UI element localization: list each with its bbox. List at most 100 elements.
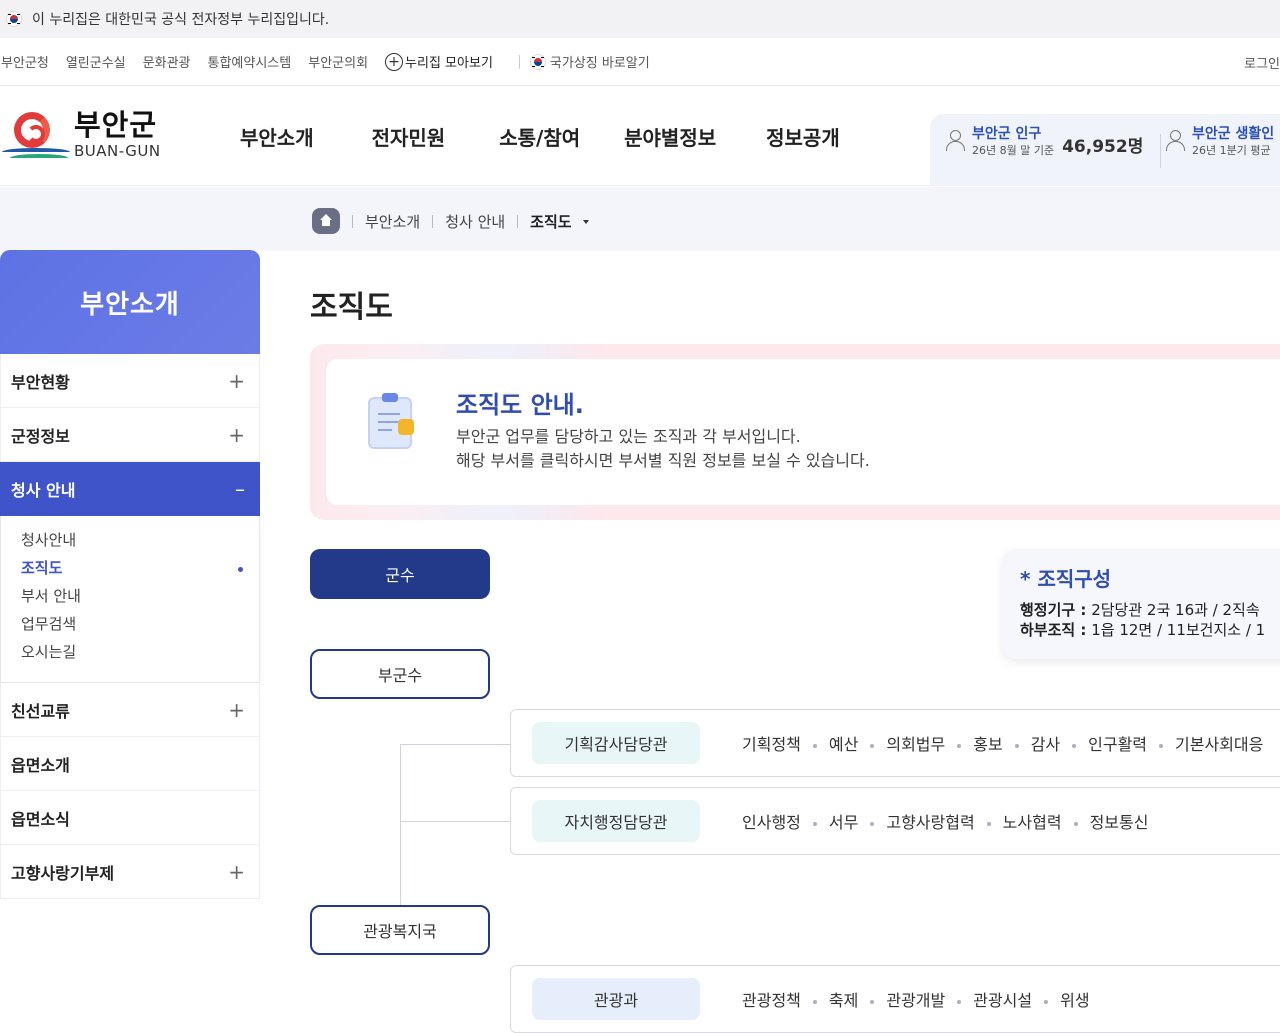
gnb-menu-field-info[interactable]: 분야별정보 xyxy=(624,122,716,151)
util-link-tourism[interactable]: 문화관광 xyxy=(143,52,191,71)
site-header: 부안군 BUAN-GUN 부안소개 전자민원 소통/참여 분야별정보 정보공개 … xyxy=(0,86,1280,186)
home-icon[interactable] xyxy=(312,208,340,234)
side-nav-sub-org-chart[interactable]: 조직도 xyxy=(21,554,259,582)
gnb-menu-about[interactable]: 부안소개 xyxy=(240,122,314,151)
team-link[interactable]: 관광개발 xyxy=(886,987,945,1011)
department-row: 관광과 관광정책 축제 관광개발 관광시설 위생 xyxy=(510,965,1280,1033)
stat-subtitle: 26년 1분기 평균 xyxy=(1192,144,1271,157)
team-list: 기획정책 예산 의회법무 홍보 감사 인구활력 기본사회대응 xyxy=(742,731,1263,755)
korea-flag-icon xyxy=(529,53,546,70)
intro-panel: 조직도 안내. 부안군 업무를 담당하고 있는 조직과 각 부서입니다. 해당 … xyxy=(310,344,1280,520)
intro-line: 부안군 업무를 담당하고 있는 조직과 각 부서입니다. xyxy=(456,427,801,446)
team-link[interactable]: 위생 xyxy=(1060,987,1089,1011)
util-link-buan-gun[interactable]: 부안군청 xyxy=(1,52,49,71)
dot-separator xyxy=(1159,744,1164,748)
side-navigation: 부안소개 부안현황 + 군정정보 + 청사 안내 – 청사안내 조직도 부서 안… xyxy=(0,250,260,899)
minus-icon: – xyxy=(235,476,245,501)
gnb-menu-participation[interactable]: 소통/참여 xyxy=(499,122,580,151)
side-nav-submenu: 청사안내 조직도 부서 안내 업무검색 오시는길 xyxy=(0,516,260,683)
team-link[interactable]: 관광시설 xyxy=(973,987,1032,1011)
asterisk-mark: * xyxy=(1020,567,1031,591)
dot-separator xyxy=(870,822,875,826)
page-title: 조직도 xyxy=(310,290,393,325)
team-link[interactable]: 관광정책 xyxy=(742,987,801,1011)
dot-separator xyxy=(986,822,991,826)
team-link[interactable]: 홍보 xyxy=(973,731,1002,755)
login-link[interactable]: 로그인 xyxy=(1244,53,1280,72)
team-link[interactable]: 의회법무 xyxy=(886,731,945,755)
gnb-menu-civil[interactable]: 전자민원 xyxy=(372,122,446,151)
team-link[interactable]: 기본사회대응 xyxy=(1175,731,1263,755)
side-nav-item-office-guide[interactable]: 청사 안내 – xyxy=(0,462,260,516)
department-button[interactable]: 기획감사담당관 xyxy=(532,722,700,764)
bureau-button[interactable]: 관광복지국 xyxy=(310,905,490,955)
team-link[interactable]: 인사행정 xyxy=(742,809,801,833)
side-nav-item-status[interactable]: 부안현황 + xyxy=(0,354,260,408)
side-nav-item-town-news[interactable]: 읍면소식 xyxy=(0,791,260,845)
org-summary-line: 행정기구 : 2담당관 2국 16과 / 2직속 xyxy=(1020,601,1260,619)
plus-icon: + xyxy=(228,368,245,393)
intro-line: 해당 부서를 클릭하시면 부서별 직원 정보를 보실 수 있습니다. xyxy=(456,451,870,470)
side-nav-item-towns[interactable]: 읍면소개 xyxy=(0,737,260,791)
plus-icon: + xyxy=(228,697,245,722)
org-summary-title: * 조직구성 xyxy=(1020,567,1112,591)
team-link[interactable]: 서무 xyxy=(829,809,858,833)
side-nav-sub-departments[interactable]: 부서 안내 xyxy=(21,582,259,610)
team-link[interactable]: 정보통신 xyxy=(1090,809,1149,833)
department-row: 기획감사담당관 기획정책 예산 의회법무 홍보 감사 인구활력 기본사회대응 xyxy=(510,709,1280,777)
dot-separator xyxy=(870,1000,875,1004)
mayor-button[interactable]: 군수 xyxy=(310,549,490,599)
gnb-menu-disclosure[interactable]: 정보공개 xyxy=(766,122,840,151)
breadcrumb-current-dropdown[interactable]: 조직도 xyxy=(530,211,589,232)
side-nav-label: 읍면소개 xyxy=(11,755,70,775)
org-summary-line: 하부조직 : 1읍 12면 / 11보건지소 / 1 xyxy=(1020,621,1266,639)
side-nav-item-admin-info[interactable]: 군정정보 + xyxy=(0,408,260,462)
team-link[interactable]: 기획정책 xyxy=(742,731,801,755)
side-nav-sub-task-search[interactable]: 업무검색 xyxy=(21,610,259,638)
team-link[interactable]: 감사 xyxy=(1031,731,1060,755)
util-divider xyxy=(518,54,520,69)
team-link[interactable]: 고향사랑협력 xyxy=(886,809,974,833)
national-symbol-link[interactable]: 국가상징 바로알기 xyxy=(529,52,650,71)
side-nav-item-hometown-donation[interactable]: 고향사랑기부제 + xyxy=(0,845,260,899)
side-nav-sub-office[interactable]: 청사안내 xyxy=(21,526,259,554)
util-link-reservation[interactable]: 통합예약시스템 xyxy=(208,52,292,71)
dot-separator xyxy=(1014,744,1019,748)
plus-icon: + xyxy=(228,422,245,447)
dot-separator xyxy=(812,822,817,826)
utility-bar: 부안군청 열린군수실 문화관광 통합예약시스템 부안군의회 + 누리집 모아보기… xyxy=(0,38,1280,86)
korea-flag-icon xyxy=(6,11,22,27)
deputy-mayor-button[interactable]: 부군수 xyxy=(310,649,490,699)
department-button[interactable]: 자치행정담당관 xyxy=(532,800,700,842)
main-navigation: 부안소개 전자민원 소통/참여 분야별정보 정보공개 xyxy=(240,122,898,151)
nuri-collection-button[interactable]: + 누리집 모아보기 xyxy=(385,52,493,71)
util-link-mayor-office[interactable]: 열린군수실 xyxy=(66,52,126,71)
gov-banner-text: 이 누리집은 대한민국 공식 전자정부 누리집입니다. xyxy=(32,12,330,28)
team-link[interactable]: 인구활력 xyxy=(1088,731,1147,755)
org-connector-line xyxy=(400,744,401,905)
badge-icon xyxy=(398,419,414,435)
breadcrumb-item[interactable]: 청사 안내 xyxy=(445,211,505,232)
site-logo[interactable]: 부안군 BUAN-GUN xyxy=(0,102,170,166)
side-nav-item-exchange[interactable]: 친선교류 + xyxy=(0,683,260,737)
org-summary-box: * 조직구성 행정기구 : 2담당관 2국 16과 / 2직속 하부조직 : 1… xyxy=(1002,549,1280,659)
side-nav-label: 친선교류 xyxy=(11,701,70,721)
side-nav-sub-directions[interactable]: 오시는길 xyxy=(21,638,259,666)
side-nav-label: 군정정보 xyxy=(11,426,70,446)
team-link[interactable]: 노사협력 xyxy=(1003,809,1062,833)
util-link-council[interactable]: 부안군의회 xyxy=(308,52,368,71)
dot-separator xyxy=(870,744,875,748)
national-symbol-label: 국가상징 바로알기 xyxy=(549,56,650,71)
nuri-collection-label: 누리집 모아보기 xyxy=(405,56,493,71)
person-icon xyxy=(946,130,965,151)
stat-value: 46,952명 xyxy=(1062,137,1144,157)
department-button[interactable]: 관광과 xyxy=(532,978,700,1020)
breadcrumb-item[interactable]: 부안소개 xyxy=(365,211,420,232)
breadcrumb: 부안소개 청사 안내 조직도 xyxy=(312,208,589,234)
side-nav-label: 고향사랑기부제 xyxy=(11,863,115,883)
team-link[interactable]: 예산 xyxy=(829,731,858,755)
team-link[interactable]: 축제 xyxy=(829,987,858,1011)
team-list: 관광정책 축제 관광개발 관광시설 위생 xyxy=(742,987,1090,1011)
breadcrumb-current-label: 조직도 xyxy=(530,212,572,231)
plus-icon: + xyxy=(228,859,245,884)
